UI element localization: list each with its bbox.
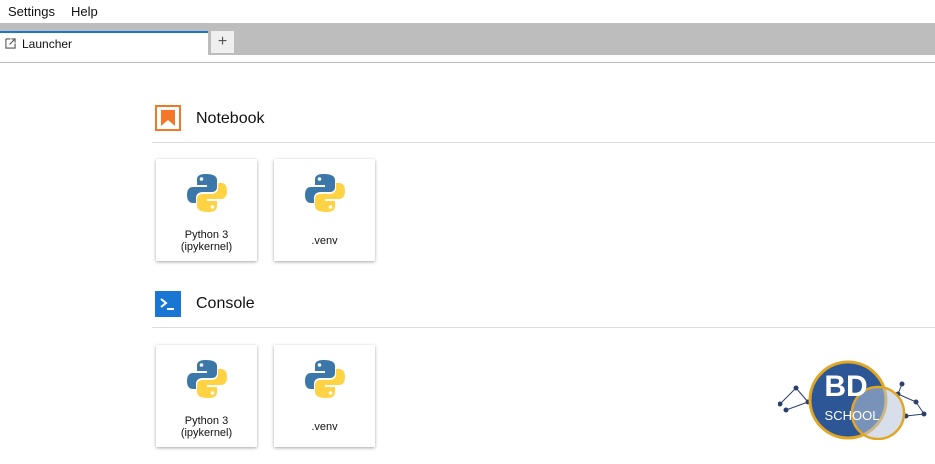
menu-settings[interactable]: Settings [8,4,55,19]
console-section-title: Console [196,295,255,312]
python-icon [305,174,345,212]
logo-text-bottom: SCHOOL [825,408,880,423]
python-icon [305,360,345,398]
notebook-card-venv[interactable]: .venv [274,159,375,261]
menu-bar: Settings Help [0,0,935,23]
notebook-icon [155,105,181,131]
notebook-section-divider [152,142,935,143]
add-tab-button[interactable]: + [210,30,235,54]
tab-divider [0,62,935,63]
tab-bar: Launcher + [0,23,935,55]
card-label: Python 3 (ipykernel) [180,415,233,439]
launcher-icon [5,38,16,49]
console-section-divider [152,327,935,328]
notebook-card-python3[interactable]: Python 3 (ipykernel) [156,159,257,261]
console-icon [155,291,181,317]
card-label: Python 3 (ipykernel) [180,229,233,253]
console-card-venv[interactable]: .venv [274,345,375,447]
logo-text-top: BD [824,370,867,403]
bd-school-logo: BD SCHOOL [778,360,927,440]
tab-launcher[interactable]: Launcher [0,31,208,55]
tab-launcher-label: Launcher [22,37,73,51]
console-card-python3[interactable]: Python 3 (ipykernel) [156,345,257,447]
notebook-section-title: Notebook [196,110,265,127]
menu-help[interactable]: Help [71,4,98,19]
card-label: .venv [311,235,338,247]
python-icon [187,174,227,212]
python-icon [187,360,227,398]
card-label: .venv [311,421,338,433]
